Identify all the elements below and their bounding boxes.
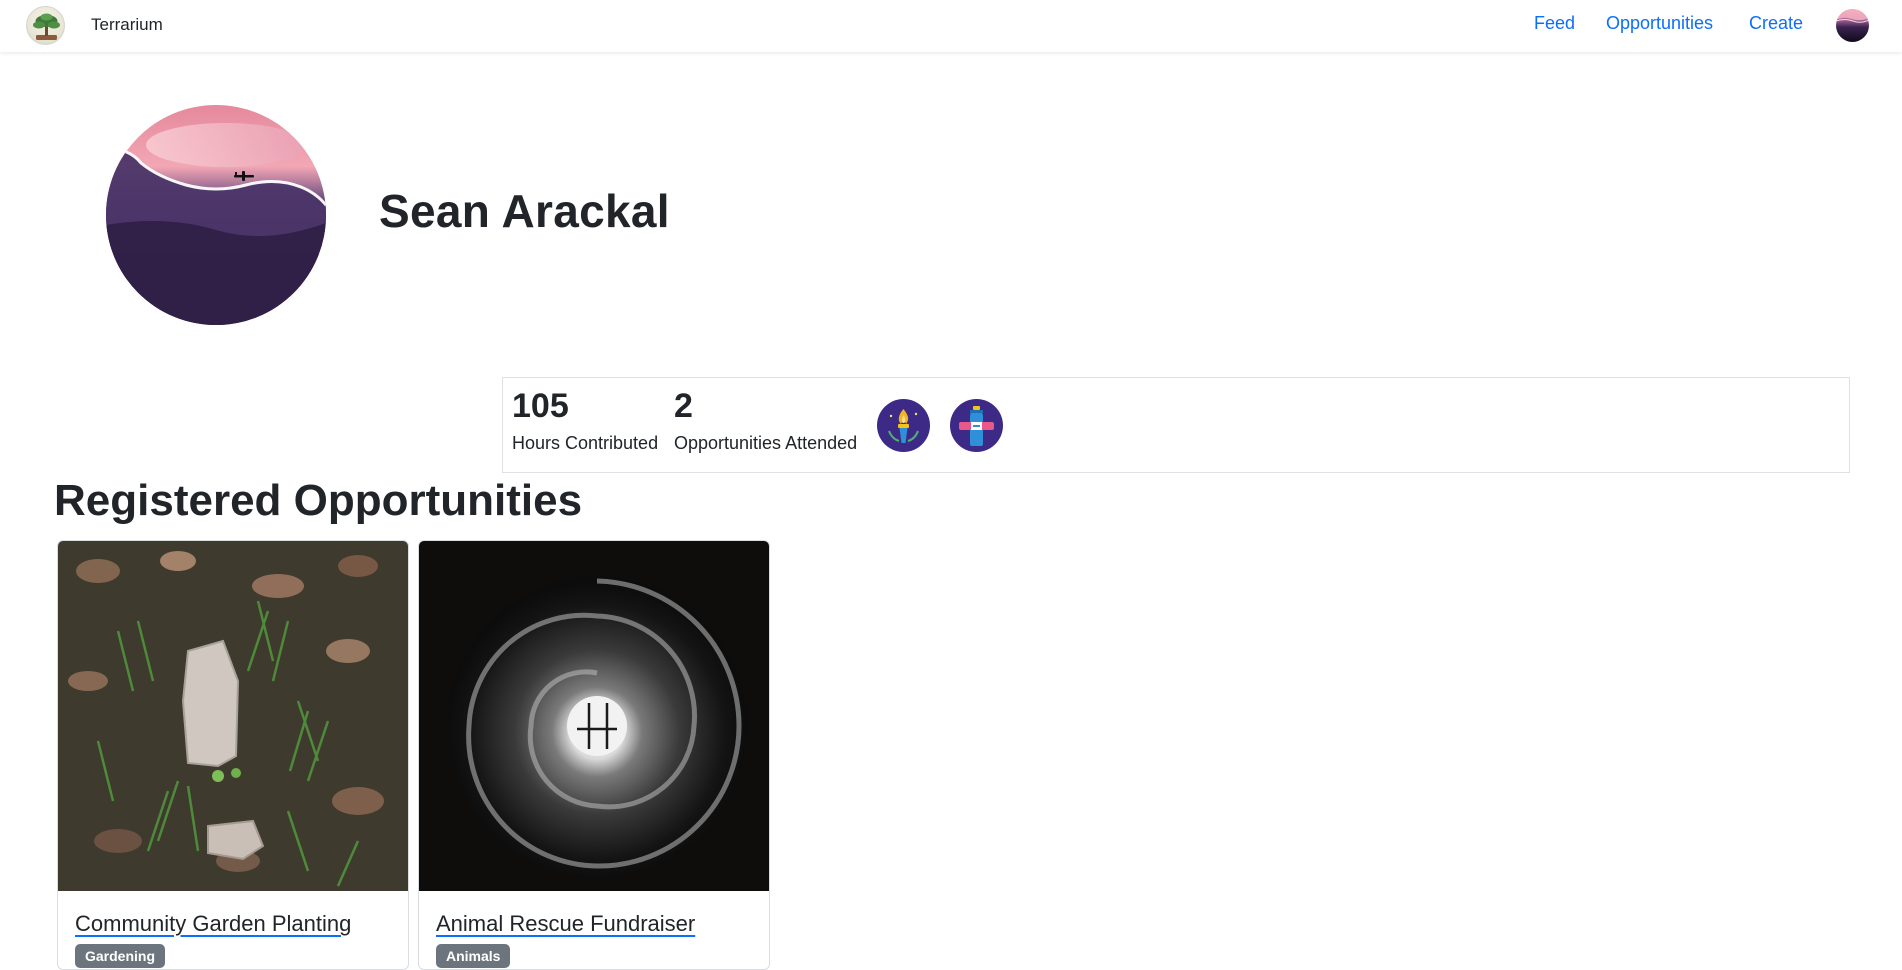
opportunity-tag: Gardening: [75, 944, 166, 968]
nav-link-create[interactable]: Create: [1749, 13, 1803, 34]
nav-link-feed[interactable]: Feed: [1534, 13, 1575, 34]
opportunity-card[interactable]: Animal Rescue Fundraiser Animals: [418, 540, 770, 970]
hours-stat: 105 Hours Contributed: [512, 386, 658, 454]
nav-link-opportunities[interactable]: Opportunities: [1606, 13, 1713, 34]
brand-name[interactable]: Terrarium: [91, 15, 163, 35]
opportunity-image-staircase: [419, 541, 769, 891]
registered-opportunities-heading: Registered Opportunities: [54, 476, 583, 525]
attended-stat: 2 Opportunities Attended: [674, 386, 857, 454]
stats-card: 105 Hours Contributed 2 Opportunities At…: [502, 377, 1850, 473]
hours-value: 105: [512, 387, 569, 425]
water-bottle-badge-icon[interactable]: [950, 399, 1003, 452]
profile-photo: [106, 105, 326, 325]
opportunity-title-link[interactable]: Community Garden Planting: [75, 911, 351, 937]
torch-badge-icon[interactable]: [877, 399, 930, 452]
opportunity-image-garden: [58, 541, 408, 891]
opportunity-tag: Animals: [436, 944, 511, 968]
user-avatar[interactable]: [1836, 9, 1869, 42]
attended-value: 2: [674, 387, 693, 425]
attended-label: Opportunities Attended: [674, 432, 858, 453]
hours-label: Hours Contributed: [512, 432, 659, 453]
opportunity-card[interactable]: Community Garden Planting Gardening: [57, 540, 409, 970]
opportunity-title-link[interactable]: Animal Rescue Fundraiser: [436, 911, 695, 937]
bonsai-logo-icon[interactable]: [26, 6, 65, 45]
profile-name: Sean Arackal: [379, 185, 670, 237]
navbar: Terrarium Feed Opportunities Create: [0, 0, 1902, 52]
